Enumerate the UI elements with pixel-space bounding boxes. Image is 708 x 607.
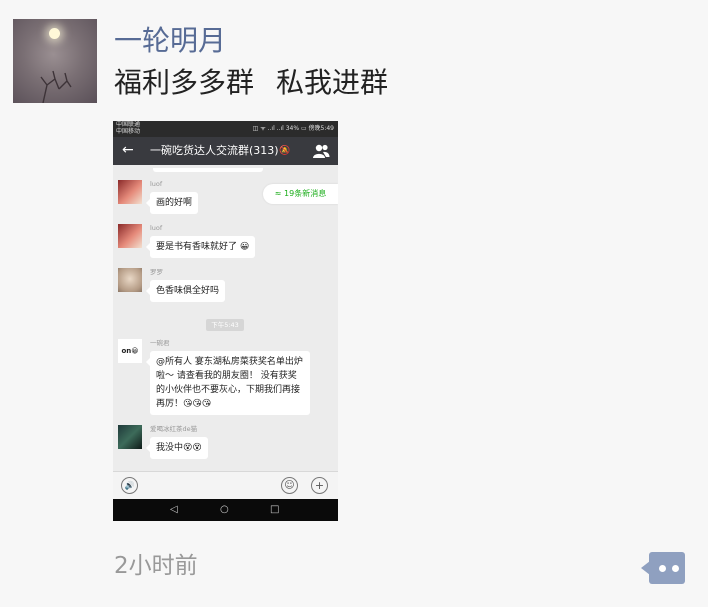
post-text-part-2: 私我进群 (276, 66, 389, 99)
message-sender: luof (150, 180, 163, 188)
message-avatar (118, 425, 142, 449)
chat-input-bar: 🔊 ☺ + (113, 471, 338, 499)
post-image[interactable]: 中国联通 中国移动 ◫ ᯤ ..ıl ..ıl 34% ▭ 傍晚5:49 ← 一碗… (113, 121, 338, 521)
emoji-icon: ☺ (281, 477, 298, 494)
previous-message-edge (153, 168, 263, 172)
carrier-2: 中国移动 (116, 127, 141, 135)
time-divider: 下午5:43 (206, 319, 244, 331)
message-avatar (118, 224, 142, 248)
status-right: ◫ ᯤ ..ıl ..ıl 34% ▭ 傍晚5:49 (252, 125, 334, 132)
post-text-part-1: 福利多多群 (114, 66, 255, 99)
new-messages-badge: ≈ 19条新消息 (263, 184, 338, 204)
message-sender: luof (150, 224, 163, 232)
branches-image (40, 70, 72, 103)
phone-status-bar: 中国联通 中国移动 ◫ ᯤ ..ıl ..ıl 34% ▭ 傍晚5:49 (113, 121, 338, 137)
plus-icon: + (311, 477, 328, 494)
message-bubble: @所有人 宴东湖私房菜获奖名单出炉啦～ 请查看我的朋友圈！ 没有获奖的小伙伴也不… (146, 351, 310, 415)
nav-recent-icon: □ (270, 504, 280, 515)
nav-back-icon: ◁ (170, 504, 178, 515)
chat-title-bar: ← 一碗吃货达人交流群(313) 🔕 (113, 137, 338, 165)
back-arrow-icon: ← (122, 142, 134, 158)
message-avatar-logo: on😀 (118, 339, 142, 363)
author-avatar[interactable] (13, 19, 97, 103)
comment-more-icon[interactable] (641, 552, 685, 584)
message-sender: 罗罗 (150, 268, 163, 276)
group-members-icon (313, 144, 330, 158)
nav-home-icon: ○ (220, 504, 229, 515)
message-sender: 一碗君 (150, 339, 170, 347)
post-time: 2小时前 (114, 553, 198, 579)
message-sender: 爱喝冰红茶de猫 (150, 425, 198, 433)
message-bubble: 色香味俱全好吗 (145, 280, 226, 302)
chat-title: 一碗吃货达人交流群(313) (150, 144, 279, 157)
message-avatar (118, 180, 142, 204)
author-name[interactable]: 一轮明月 (114, 24, 226, 58)
mute-icon: 🔕 (279, 146, 291, 156)
android-nav-bar: ◁ ○ □ (113, 499, 338, 521)
message-bubble: 要是书有香味就好了 😀 (145, 236, 256, 258)
message-bubble: 我没中😵😵 (146, 437, 208, 459)
message-avatar (118, 268, 142, 292)
post-text: 福利多多群 私我进群 (114, 66, 388, 100)
voice-icon: 🔊 (121, 477, 138, 494)
message-bubble: 画的好啊 (145, 192, 199, 214)
